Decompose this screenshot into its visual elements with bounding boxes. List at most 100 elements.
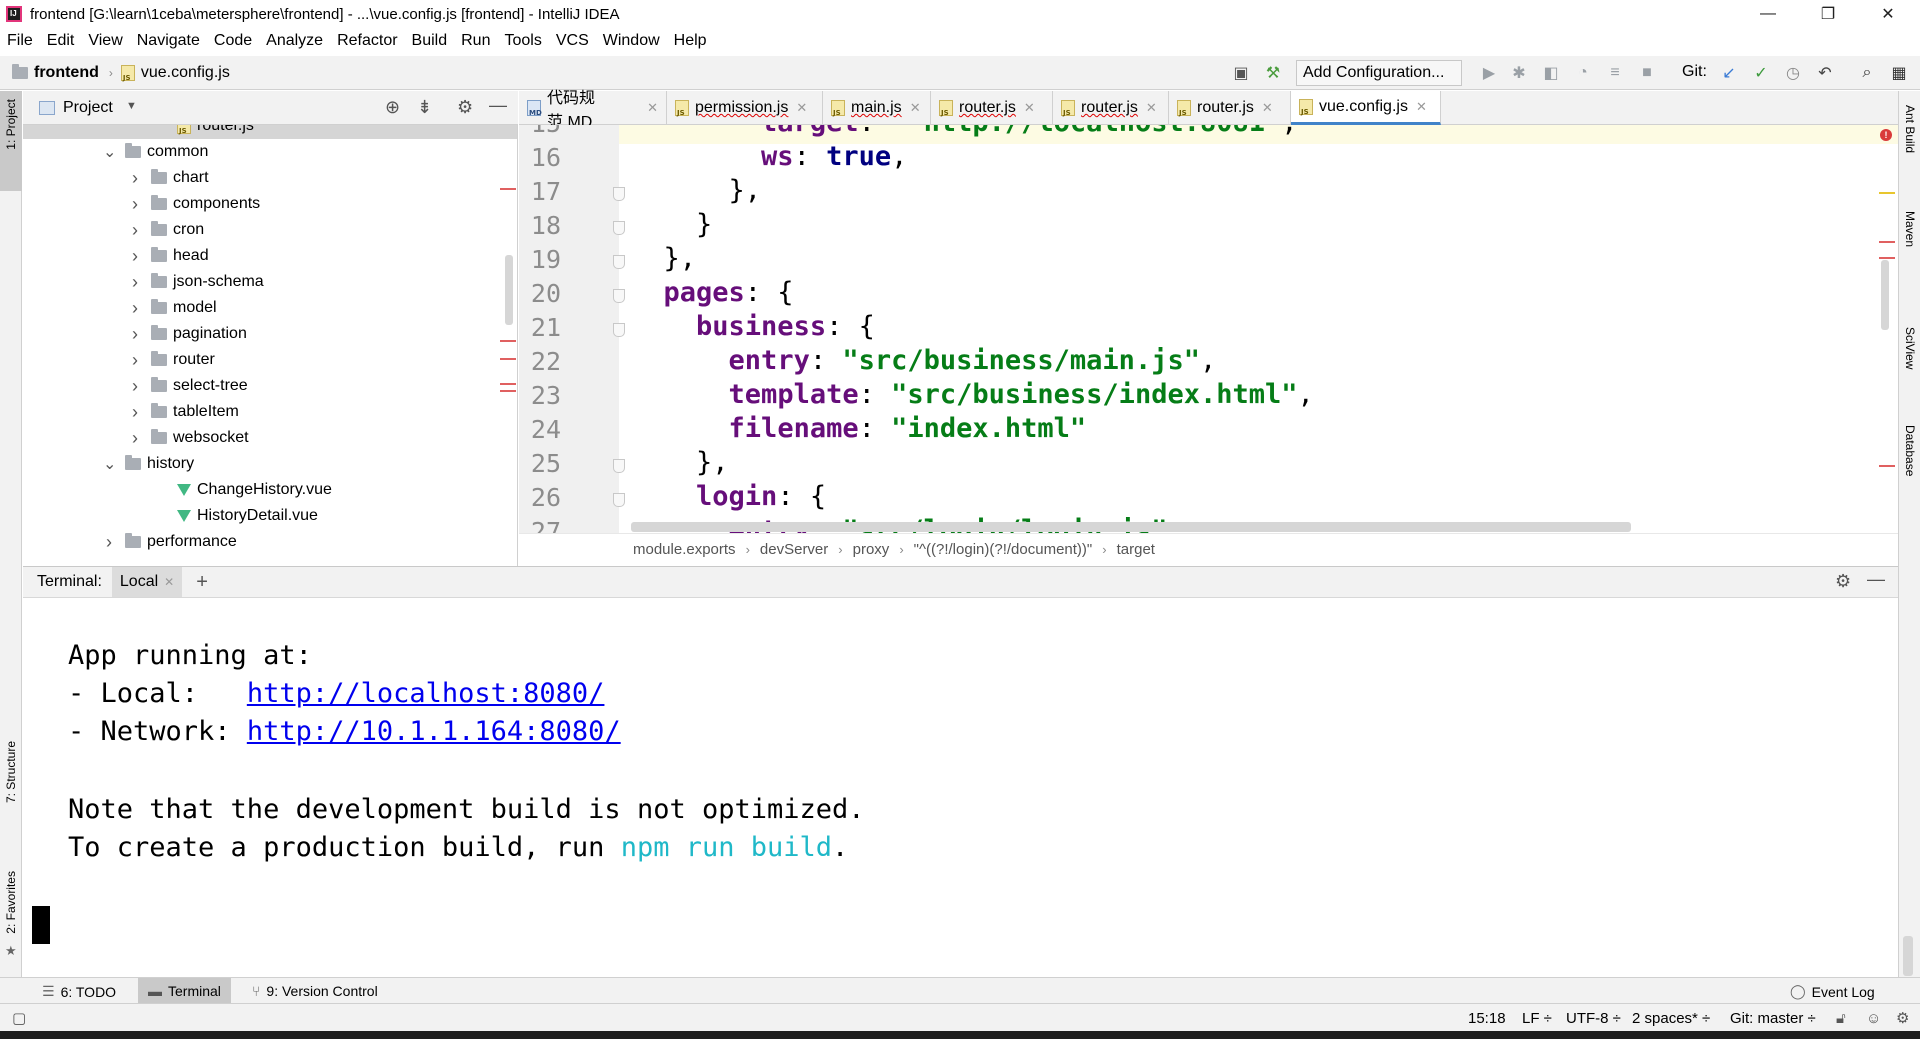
menu-file[interactable]: File (0, 32, 40, 50)
git-branch[interactable]: Git: master ÷ (1730, 1004, 1816, 1032)
close-icon[interactable]: ✕ (1416, 99, 1427, 115)
editor-tab[interactable]: JS router.js ✕ (931, 91, 1053, 125)
editor-tab[interactable]: JS main.js ✕ (823, 91, 931, 125)
fold-marker-icon[interactable] (613, 459, 625, 473)
menu-build[interactable]: Build (405, 32, 455, 50)
chevron-right-icon[interactable]: › (129, 272, 141, 293)
build-hammer-icon[interactable]: ⚒ (1262, 62, 1284, 84)
close-icon[interactable]: ✕ (647, 100, 658, 116)
chevron-right-icon[interactable]: › (129, 350, 141, 371)
minimize-button[interactable]: — (1740, 0, 1796, 28)
tree-item[interactable]: › head (23, 243, 517, 269)
breadcrumb-item[interactable]: module.exports (633, 541, 736, 558)
git-history-icon[interactable]: ◷ (1782, 62, 1804, 84)
project-tool-button[interactable]: 1: Project (0, 91, 22, 191)
structure-tool-button[interactable]: 7: Structure (4, 741, 18, 803)
menu-help[interactable]: Help (667, 32, 714, 50)
code-editor[interactable]: 15 16 17 18 19 20 21 22 23 24 25 26 27 target: "http… (519, 125, 1898, 533)
chevron-right-icon[interactable]: › (103, 532, 115, 553)
chevron-down-icon[interactable]: ▼ (126, 100, 137, 112)
chevron-right-icon[interactable]: › (129, 220, 141, 241)
memory-icon[interactable]: ⚙ (1896, 1004, 1909, 1032)
tree-item[interactable]: › tableItem (23, 399, 517, 425)
breadcrumb-item[interactable]: devServer (760, 541, 828, 558)
git-commit-icon[interactable]: ✓ (1750, 62, 1772, 84)
line-separator[interactable]: LF ÷ (1522, 1004, 1552, 1032)
inspector-icon[interactable]: ☺ (1866, 1004, 1881, 1032)
fold-marker-icon[interactable] (613, 289, 625, 303)
panel-toggle-icon[interactable]: ▢ (12, 1004, 26, 1032)
event-log-button[interactable]: ◯ Event Log (1790, 983, 1875, 1000)
close-icon[interactable]: ✕ (910, 100, 921, 116)
chevron-down-icon[interactable]: ⌄ (103, 142, 116, 162)
sciview-tool-button[interactable]: SciView (1903, 327, 1917, 369)
editor-tab[interactable]: JS router.js ✕ (1053, 91, 1169, 125)
chevron-right-icon[interactable]: › (129, 298, 141, 319)
tree-item[interactable]: › pagination (23, 321, 517, 347)
tree-item[interactable]: ChangeHistory.vue (23, 477, 517, 503)
maven-tool-button[interactable]: Maven (1903, 211, 1917, 247)
menu-run[interactable]: Run (454, 32, 497, 50)
error-indicator-icon[interactable]: ! (1880, 129, 1892, 141)
stop-icon[interactable]: ■ (1636, 62, 1658, 84)
terminal-tab-local[interactable]: Local ✕ (111, 567, 183, 597)
tree-item[interactable]: HistoryDetail.vue (23, 503, 517, 529)
tree-item[interactable]: › router (23, 347, 517, 373)
file-encoding[interactable]: UTF-8 ÷ (1566, 1004, 1621, 1032)
editor-horizontal-scrollbar[interactable] (631, 522, 1631, 532)
tree-item[interactable]: › chart (23, 165, 517, 191)
tree-item[interactable]: › model (23, 295, 517, 321)
tree-item[interactable]: › websocket (23, 425, 517, 451)
favorites-tool-button[interactable]: 2: Favorites (4, 871, 18, 934)
chevron-right-icon[interactable]: › (129, 376, 141, 397)
menu-tools[interactable]: Tools (497, 32, 548, 50)
profile-icon[interactable]: ◔ (1572, 62, 1594, 84)
version-control-tool-button[interactable]: ⑂ 9: Version Control (252, 983, 378, 999)
search-icon[interactable]: ⌕ (1856, 62, 1878, 84)
window-layout-icon[interactable]: ▣ (1230, 62, 1252, 84)
close-window-button[interactable]: ✕ (1860, 0, 1916, 28)
editor-tab[interactable]: JS router.js ✕ (1169, 91, 1291, 125)
editor-vertical-scrollbar[interactable] (1881, 260, 1889, 330)
fold-marker-icon[interactable] (613, 187, 625, 201)
maximize-button[interactable]: ❐ (1800, 0, 1856, 28)
terminal-output[interactable]: App running at: - Local: http://localhos… (23, 598, 1913, 976)
fold-marker-icon[interactable] (613, 221, 625, 235)
editor-tab[interactable]: JS permission.js ✕ (667, 91, 823, 125)
hide-panel-icon[interactable]: — (1867, 569, 1885, 590)
fold-marker-icon[interactable] (613, 255, 625, 269)
editor-tab[interactable]: MD 代码规范.MD ✕ (519, 90, 667, 131)
chevron-right-icon[interactable]: › (129, 246, 141, 267)
tree-item[interactable]: JS router.js (23, 125, 517, 139)
editor-tab[interactable]: JS vue.config.js ✕ (1291, 91, 1441, 125)
menu-window[interactable]: Window (596, 32, 667, 50)
debug-icon[interactable]: ✱ (1508, 62, 1530, 84)
menu-analyze[interactable]: Analyze (259, 32, 330, 50)
menu-refactor[interactable]: Refactor (330, 32, 404, 50)
tree-item[interactable]: › performance (23, 529, 517, 555)
chevron-right-icon[interactable]: › (129, 402, 141, 423)
tree-item[interactable]: › json-schema (23, 269, 517, 295)
chevron-down-icon[interactable]: ⌄ (103, 454, 116, 474)
ide-features-icon[interactable]: ▦ (1888, 62, 1910, 84)
network-url-link[interactable]: http://10.1.1.164:8080/ (247, 716, 621, 747)
menu-code[interactable]: Code (207, 32, 259, 50)
hide-panel-icon[interactable]: — (489, 95, 507, 116)
collapse-all-icon[interactable]: ⇟ (417, 97, 432, 118)
nav-project[interactable]: frontend (34, 64, 99, 82)
close-icon[interactable]: ✕ (164, 575, 174, 589)
local-url-link[interactable]: http://localhost:8080/ (247, 678, 605, 709)
run-icon[interactable]: ▶ (1478, 62, 1500, 84)
git-rollback-icon[interactable]: ↶ (1814, 62, 1836, 84)
chevron-right-icon[interactable]: › (129, 428, 141, 449)
add-configuration-button[interactable]: Add Configuration... (1296, 60, 1462, 86)
terminal-tool-button[interactable]: ▬ Terminal (138, 978, 231, 1004)
todo-tool-button[interactable]: ☰ 6: TODO (42, 983, 116, 1000)
database-tool-button[interactable]: Database (1903, 425, 1917, 476)
menu-edit[interactable]: Edit (40, 32, 82, 50)
coverage-icon[interactable]: ◧ (1540, 62, 1562, 84)
new-terminal-button[interactable]: + (196, 571, 208, 594)
gear-icon[interactable]: ⚙ (457, 97, 473, 118)
chevron-right-icon[interactable]: › (129, 194, 141, 215)
project-scrollbar[interactable] (505, 255, 513, 325)
